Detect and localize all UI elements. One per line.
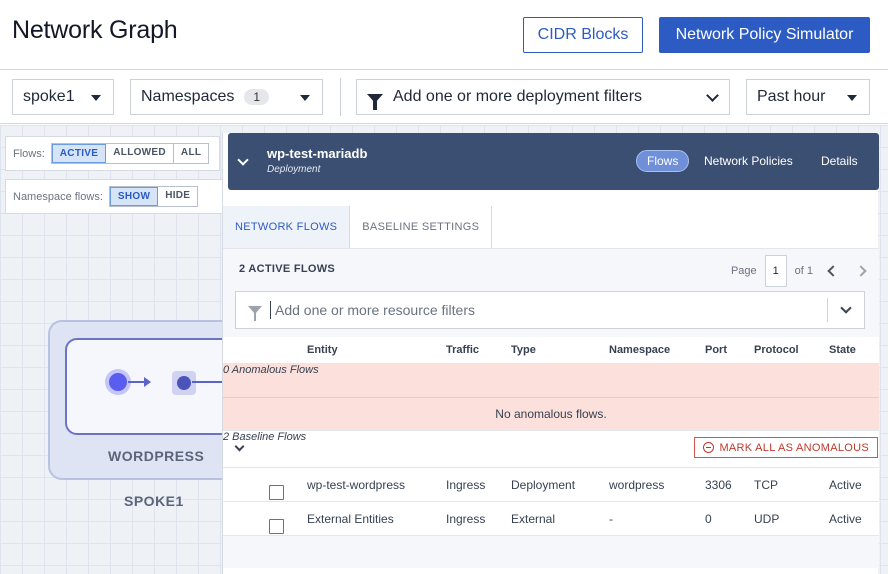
- namespaces-select-label: Namespaces: [141, 88, 235, 105]
- mark-all-anomalous-label: MARK ALL AS ANOMALOUS: [719, 441, 869, 454]
- page-title: Network Graph: [12, 16, 178, 44]
- anomalous-empty-message: No anomalous flows.: [223, 398, 879, 431]
- filter-bar: spoke1 Namespaces 1 Add one or more depl…: [0, 70, 888, 124]
- column-header-entity[interactable]: Entity: [307, 344, 338, 356]
- flows-option-active[interactable]: ACTIVE: [51, 144, 107, 163]
- entity-name: wp-test-mariadb: [267, 146, 368, 161]
- edge-arrow-icon: [144, 377, 151, 387]
- chevron-down-icon: [706, 89, 719, 102]
- graph-node[interactable]: [177, 376, 191, 390]
- tab-baseline-settings[interactable]: BASELINE SETTINGS: [349, 206, 493, 248]
- previous-page-icon[interactable]: [827, 265, 839, 277]
- namespace-flows-hide[interactable]: HIDE: [158, 187, 197, 206]
- cell-state: Active: [829, 477, 862, 492]
- cell-entity: wp-test-wordpress: [307, 477, 406, 492]
- column-header-port[interactable]: Port: [705, 344, 727, 356]
- mark-all-anomalous-button[interactable]: MARK ALL AS ANOMALOUS: [694, 437, 878, 458]
- flows-table: Entity Traffic Type Namespace Port Proto…: [223, 337, 879, 536]
- baseline-flows-count: 2 Baseline Flows: [223, 431, 307, 443]
- namespace-flows-toggle-group: SHOW HIDE: [108, 186, 199, 207]
- tab-flows[interactable]: Flows: [636, 150, 690, 172]
- page-header: Network Graph CIDR Blocks Network Policy…: [0, 0, 888, 70]
- deployment-group-box[interactable]: [65, 338, 245, 435]
- graph-node[interactable]: [109, 373, 127, 391]
- chevron-down-icon[interactable]: [234, 441, 245, 452]
- cell-traffic: Ingress: [446, 477, 486, 492]
- baseline-flows-group: 2 Baseline Flows MARK ALL AS ANOMALOUS: [223, 431, 879, 468]
- filter-divider: [827, 298, 828, 322]
- chevron-down-icon[interactable]: [840, 302, 852, 314]
- tab-network-flows[interactable]: NETWORK FLOWS: [223, 206, 350, 248]
- cell-entity: External Entities: [307, 511, 394, 526]
- flows-option-all[interactable]: ALL: [174, 144, 208, 163]
- page-of-label: of 1: [794, 265, 813, 277]
- network-flows-content: 2 ACTIVE FLOWS Page 1 of 1 Add one or mo…: [223, 248, 879, 568]
- active-flows-count: 2 ACTIVE FLOWS: [239, 263, 336, 275]
- table-header: Entity Traffic Type Namespace Port Proto…: [223, 337, 879, 364]
- anomalous-flows-count: 0 Anomalous Flows: [223, 364, 319, 376]
- cell-state: Active: [829, 511, 862, 526]
- column-header-traffic[interactable]: Traffic: [446, 344, 479, 356]
- next-page-icon[interactable]: [855, 265, 867, 277]
- network-policy-simulator-button[interactable]: Network Policy Simulator: [659, 17, 870, 53]
- time-range-select[interactable]: Past hour: [746, 79, 870, 115]
- namespaces-select[interactable]: Namespaces 1: [130, 79, 323, 115]
- cell-namespace: wordpress: [609, 477, 665, 492]
- filter-icon: [248, 306, 262, 321]
- anomalous-flows-group: 0 Anomalous Flows: [223, 364, 879, 398]
- namespaces-count-badge: 1: [244, 89, 270, 105]
- page-label: Page: [730, 265, 757, 277]
- page-number-input[interactable]: 1: [764, 255, 787, 287]
- cluster-select-value: spoke1: [23, 88, 75, 105]
- namespace-flows-toggle-box: Namespace flows: SHOW HIDE: [5, 179, 225, 214]
- minus-circle-icon: [703, 442, 715, 453]
- namespace-flows-label: Namespace flows:: [13, 190, 103, 203]
- column-header-type[interactable]: Type: [511, 344, 536, 356]
- deployment-group-label: WORDPRESS: [108, 448, 205, 464]
- tab-network-policies[interactable]: Network Policies: [704, 150, 793, 172]
- filter-divider: [340, 78, 341, 116]
- cell-type: External: [511, 511, 556, 526]
- row-checkbox[interactable]: [269, 518, 284, 534]
- table-row[interactable]: External Entities Ingress External - 0 U…: [223, 502, 879, 536]
- filter-icon: [367, 93, 383, 110]
- panel-header: wp-test-mariadb Deployment Flows Network…: [228, 133, 879, 190]
- caret-down-icon: [847, 95, 857, 101]
- cell-traffic: Ingress: [446, 511, 486, 526]
- row-checkbox[interactable]: [269, 484, 284, 500]
- cell-namespace: -: [609, 511, 613, 526]
- flows-subtabs: NETWORK FLOWS BASELINE SETTINGS: [223, 206, 493, 248]
- namespace-flows-show[interactable]: SHOW: [109, 187, 159, 206]
- column-header-protocol[interactable]: Protocol: [754, 344, 799, 356]
- table-row[interactable]: wp-test-wordpress Ingress Deployment wor…: [223, 468, 879, 502]
- cluster-select[interactable]: spoke1: [12, 79, 114, 115]
- cell-port: 0: [705, 511, 712, 526]
- caret-down-icon: [91, 95, 101, 101]
- cell-port: 3306: [705, 477, 732, 492]
- caret-down-icon: [300, 95, 310, 101]
- cell-type: Deployment: [511, 477, 576, 492]
- deployment-filter-input[interactable]: Add one or more deployment filters: [356, 79, 730, 115]
- entity-type: Deployment: [267, 164, 321, 175]
- chevron-down-icon[interactable]: [237, 154, 249, 166]
- column-header-namespace[interactable]: Namespace: [609, 344, 670, 356]
- flows-option-allowed[interactable]: ALLOWED: [106, 144, 174, 163]
- flows-toggle-group: ACTIVE ALLOWED ALL: [50, 143, 210, 164]
- resource-filter-placeholder: Add one or more resource filters: [270, 301, 827, 319]
- deployment-filter-placeholder: Add one or more deployment filters: [393, 88, 643, 105]
- entity-side-panel: wp-test-mariadb Deployment Flows Network…: [222, 133, 879, 574]
- time-range-value: Past hour: [757, 88, 826, 105]
- flows-toggle-box: Flows: ACTIVE ALLOWED ALL: [5, 136, 220, 171]
- cidr-blocks-button[interactable]: CIDR Blocks: [523, 17, 643, 53]
- cell-protocol: TCP: [754, 477, 778, 492]
- pagination: Page 1 of 1: [731, 255, 869, 287]
- namespace-group-label: SPOKE1: [124, 493, 184, 509]
- tab-details[interactable]: Details: [821, 150, 858, 172]
- flows-toggle-label: Flows:: [13, 147, 45, 160]
- column-header-state[interactable]: State: [829, 344, 856, 356]
- resource-filter-input[interactable]: Add one or more resource filters: [235, 291, 865, 329]
- cell-protocol: UDP: [754, 511, 780, 526]
